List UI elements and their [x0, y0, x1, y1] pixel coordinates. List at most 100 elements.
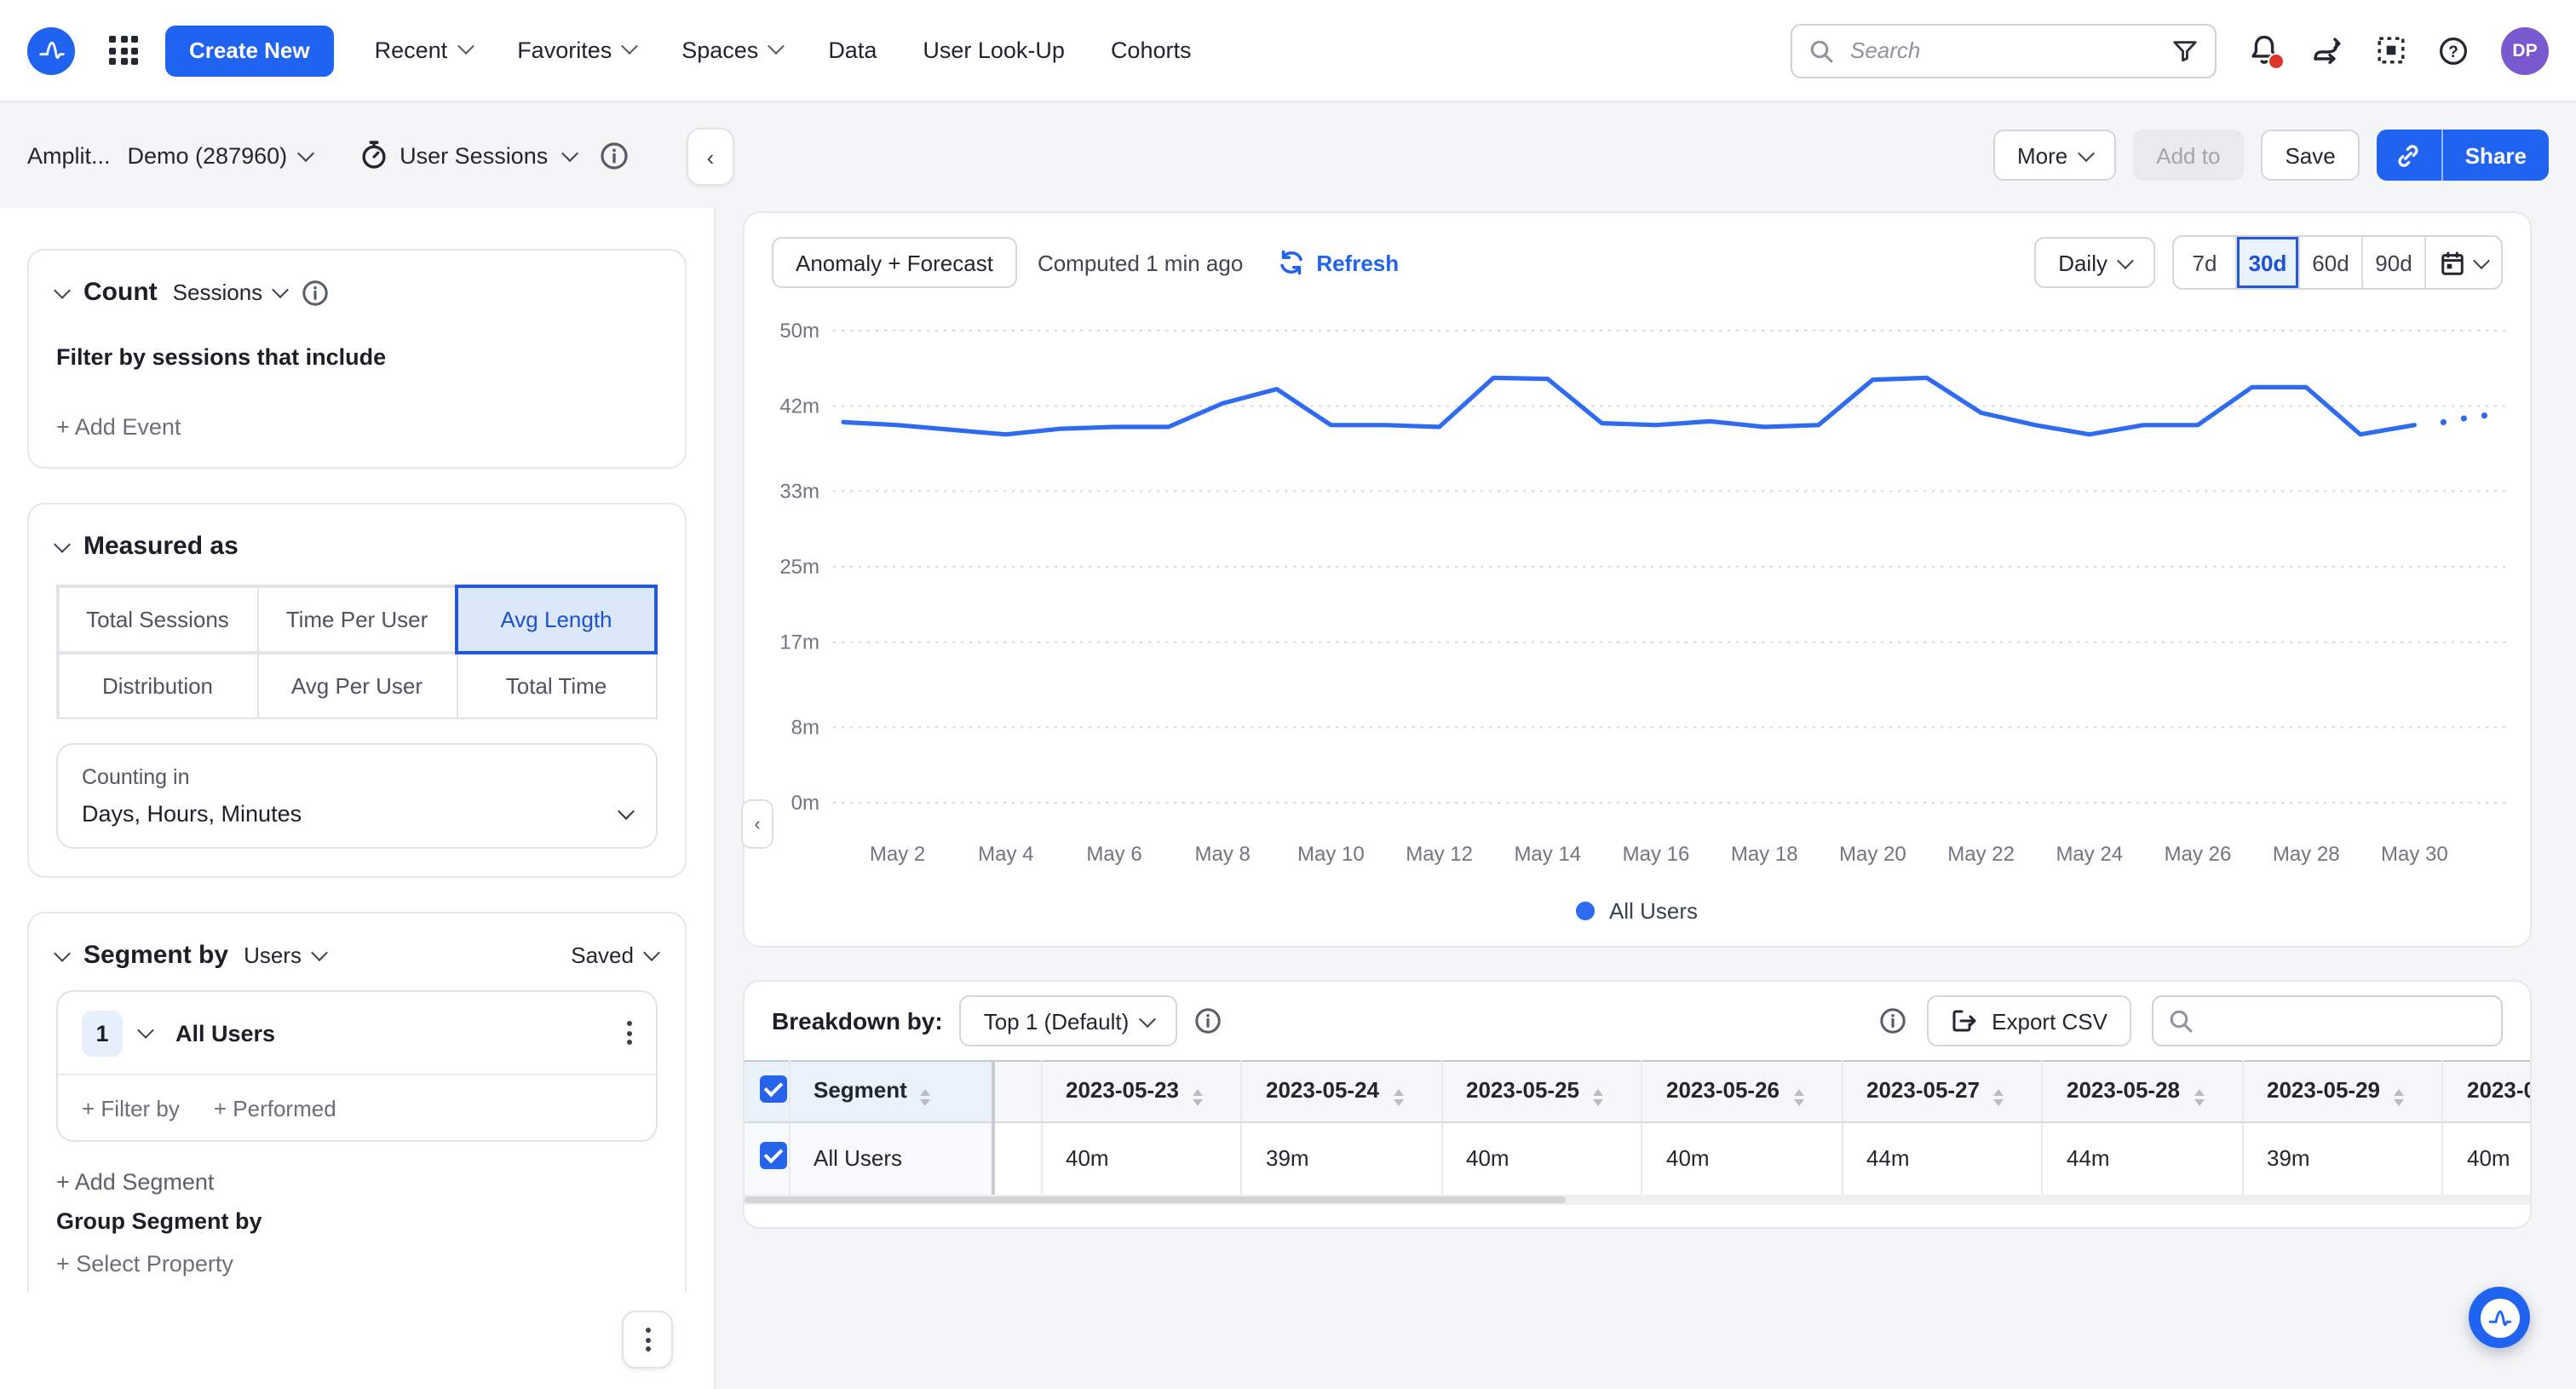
- notifications-bell-icon[interactable]: [2249, 34, 2280, 66]
- measured-option-time-per-user[interactable]: Time Per User: [256, 585, 457, 652]
- sort-icon[interactable]: [2194, 1089, 2204, 1106]
- nav-item-data[interactable]: Data: [828, 37, 877, 63]
- add-event-button[interactable]: + Add Event: [56, 414, 658, 440]
- count-info-icon[interactable]: [302, 279, 329, 306]
- column-header-date[interactable]: 2023-05-23: [1041, 1061, 1241, 1122]
- table-search-input[interactable]: [2193, 1006, 2486, 1035]
- copy-link-button[interactable]: [2377, 130, 2441, 181]
- sort-icon[interactable]: [1993, 1089, 2004, 1106]
- segment-name[interactable]: All Users: [175, 1020, 275, 1046]
- project-selector[interactable]: Amplit... Demo (287960): [27, 142, 311, 168]
- select-property-button[interactable]: + Select Property: [56, 1251, 658, 1277]
- labs-dashed-square-icon[interactable]: [2377, 36, 2406, 65]
- range-7d[interactable]: 7d: [2174, 237, 2237, 288]
- range-60d[interactable]: 60d: [2300, 237, 2363, 288]
- value-cell[interactable]: 40m: [2442, 1122, 2530, 1194]
- amplitude-logo-icon[interactable]: [27, 26, 75, 74]
- add-segment-button[interactable]: + Add Segment: [56, 1169, 658, 1195]
- value-cell[interactable]: 40m: [1441, 1122, 1642, 1194]
- share-button[interactable]: Share: [2441, 130, 2549, 181]
- sort-icon[interactable]: [1793, 1089, 1803, 1106]
- chart-info-icon[interactable]: [599, 141, 628, 170]
- nav-item-favorites[interactable]: Favorites: [517, 37, 635, 63]
- column-header-date[interactable]: 2023-05-25: [1441, 1061, 1642, 1122]
- sort-icon[interactable]: [1593, 1089, 1603, 1106]
- filter-by-button[interactable]: + Filter by: [82, 1095, 180, 1121]
- value-cell[interactable]: 39m: [2242, 1122, 2442, 1194]
- column-header-date[interactable]: 2023-05-30: [2442, 1061, 2530, 1122]
- svg-text:?: ?: [2448, 43, 2458, 61]
- column-header-segment[interactable]: Segment: [789, 1061, 993, 1122]
- global-search[interactable]: [1791, 23, 2217, 78]
- range-30d[interactable]: 30d: [2237, 237, 2300, 288]
- measured-option-distribution[interactable]: Distribution: [57, 652, 258, 718]
- table-info-icon[interactable]: [1879, 1007, 1906, 1035]
- svg-text:33m: 33m: [779, 480, 819, 503]
- anomaly-forecast-button[interactable]: Anomaly + Forecast: [772, 237, 1017, 288]
- range-90d[interactable]: 90d: [2363, 237, 2426, 288]
- segment-expand-chevron[interactable]: [137, 1022, 154, 1039]
- select-all-checkbox[interactable]: [760, 1075, 787, 1103]
- table-horizontal-scrollbar[interactable]: [745, 1194, 2530, 1204]
- calendar-range-button[interactable]: [2426, 237, 2501, 288]
- counting-in-dropdown[interactable]: Counting in Days, Hours, Minutes: [56, 743, 658, 849]
- performed-button[interactable]: + Performed: [214, 1095, 336, 1121]
- segment-cell[interactable]: All Users: [789, 1122, 993, 1194]
- amplitude-assistant-fab[interactable]: [2469, 1287, 2530, 1348]
- search-input[interactable]: [1847, 36, 2159, 65]
- sidebar-kebab-button[interactable]: [622, 1311, 673, 1369]
- column-header-date[interactable]: 2023-05-26: [1642, 1061, 1842, 1122]
- value-cell[interactable]: 40m: [1041, 1122, 1241, 1194]
- frozen-spacer: [993, 1061, 1041, 1122]
- segment-entity-dropdown[interactable]: Users: [244, 942, 325, 968]
- search-filter-icon[interactable]: [2172, 38, 2198, 62]
- nav-item-user-look-up[interactable]: User Look-Up: [923, 37, 1065, 63]
- nav-item-cohorts[interactable]: Cohorts: [1111, 37, 1192, 63]
- granularity-dropdown[interactable]: Daily: [2034, 237, 2155, 288]
- export-csv-button[interactable]: Export CSV: [1927, 995, 2131, 1046]
- segment-kebab-menu[interactable]: [627, 1021, 632, 1045]
- add-to-button[interactable]: Add to: [2132, 130, 2244, 181]
- row-checkbox[interactable]: [760, 1143, 787, 1170]
- measured-collapse-chevron[interactable]: [54, 535, 71, 552]
- table-search[interactable]: [2152, 995, 2503, 1046]
- column-header-date[interactable]: 2023-05-27: [1842, 1061, 2042, 1122]
- sort-icon[interactable]: [2394, 1089, 2404, 1106]
- column-header-date[interactable]: 2023-05-29: [2242, 1061, 2442, 1122]
- chart-title-selector[interactable]: User Sessions: [359, 140, 575, 170]
- nav-item-spaces[interactable]: Spaces: [681, 37, 782, 63]
- measured-option-total-sessions[interactable]: Total Sessions: [57, 585, 258, 652]
- event-type-dropdown[interactable]: Sessions: [173, 280, 287, 305]
- more-button[interactable]: More: [1993, 130, 2115, 181]
- sort-icon[interactable]: [1193, 1089, 1203, 1106]
- sort-icon[interactable]: [921, 1089, 931, 1106]
- user-avatar[interactable]: DP: [2501, 26, 2549, 74]
- value-cell[interactable]: 40m: [1642, 1122, 1842, 1194]
- nav-item-recent[interactable]: Recent: [375, 37, 472, 63]
- create-new-button[interactable]: Create New: [165, 25, 334, 76]
- journeys-flow-icon[interactable]: [2312, 37, 2344, 64]
- count-collapse-chevron[interactable]: [54, 281, 71, 298]
- svg-text:May 12: May 12: [1406, 843, 1473, 866]
- sort-icon[interactable]: [1393, 1089, 1403, 1106]
- value-cell[interactable]: 44m: [1842, 1122, 2042, 1194]
- column-header-date[interactable]: 2023-05-24: [1241, 1061, 1441, 1122]
- saved-dropdown[interactable]: Saved: [571, 942, 658, 968]
- measured-option-total-time[interactable]: Total Time: [456, 652, 657, 718]
- breakdown-info-icon[interactable]: [1193, 1007, 1221, 1035]
- column-header-date[interactable]: 2023-05-28: [2042, 1061, 2242, 1122]
- help-icon[interactable]: ?: [2438, 35, 2469, 66]
- segment-number-chip[interactable]: 1: [82, 1010, 123, 1056]
- sessions-line-chart[interactable]: 50m42m33m25m17m8m0mMay 2May 4May 6May 8M…: [755, 312, 2523, 878]
- save-button[interactable]: Save: [2261, 130, 2359, 181]
- apps-grid-icon[interactable]: [109, 36, 138, 65]
- chart-collapse-handle[interactable]: ‹: [741, 799, 773, 849]
- refresh-button[interactable]: Refresh: [1277, 249, 1399, 276]
- value-cell[interactable]: 39m: [1241, 1122, 1441, 1194]
- value-cell[interactable]: 44m: [2042, 1122, 2242, 1194]
- measured-option-avg-per-user[interactable]: Avg Per User: [256, 652, 457, 718]
- segment-collapse-chevron[interactable]: [54, 944, 71, 961]
- breakdown-selector-dropdown[interactable]: Top 1 (Default): [960, 995, 1177, 1046]
- collapse-sidebar-button[interactable]: ‹: [687, 128, 734, 186]
- measured-option-avg-length[interactable]: Avg Length: [455, 585, 658, 654]
